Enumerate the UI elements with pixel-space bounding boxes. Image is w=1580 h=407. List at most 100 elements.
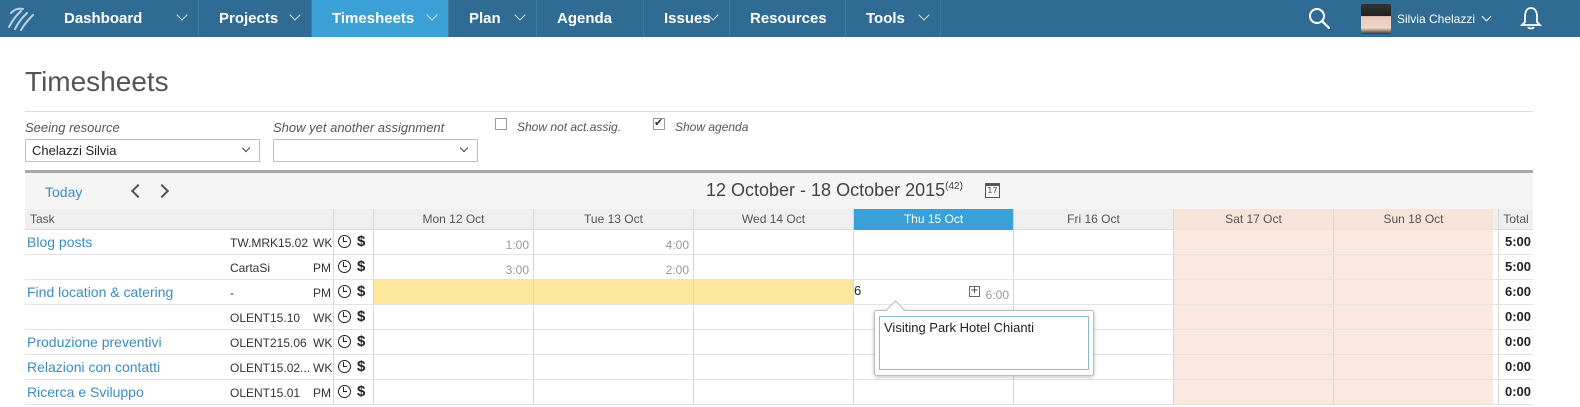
time-cell[interactable] — [1013, 255, 1173, 279]
task-link[interactable]: Produzione preventivi — [27, 334, 162, 350]
clock-icon[interactable] — [338, 285, 351, 298]
time-cell[interactable] — [1333, 330, 1493, 354]
time-cell[interactable] — [693, 230, 853, 254]
time-cell[interactable] — [1013, 380, 1173, 404]
show-not-active-checkbox[interactable] — [495, 118, 507, 130]
task-link[interactable]: Ricerca e Sviluppo — [27, 384, 144, 400]
time-cell[interactable] — [533, 380, 693, 404]
time-cell[interactable] — [1173, 330, 1333, 354]
time-cell[interactable] — [1013, 230, 1173, 254]
clock-icon[interactable] — [338, 260, 351, 273]
dollar-icon[interactable]: $ — [357, 383, 365, 400]
nav-agenda[interactable]: Agenda — [537, 0, 644, 37]
time-cell[interactable] — [1173, 380, 1333, 404]
agenda-note-textarea[interactable]: Visiting Park Hotel Chianti — [879, 316, 1089, 370]
chevron-down-icon — [289, 9, 301, 21]
dollar-icon[interactable]: $ — [357, 283, 365, 300]
time-cell[interactable] — [853, 230, 1013, 254]
chevron-down-icon — [459, 143, 469, 153]
time-cell[interactable] — [373, 280, 533, 304]
time-cell[interactable] — [693, 330, 853, 354]
time-cell[interactable]: 2:00 — [533, 255, 693, 279]
day-header-5[interactable]: Sat 17 Oct — [1173, 209, 1333, 230]
time-cell[interactable]: 3:00 — [373, 255, 533, 279]
time-cell[interactable] — [693, 380, 853, 404]
time-cell[interactable] — [693, 305, 853, 329]
day-header-4[interactable]: Fri 16 Oct — [1013, 209, 1173, 230]
day-header-2[interactable]: Wed 14 Oct — [693, 209, 853, 230]
previous-week-icon[interactable] — [130, 183, 146, 199]
user-menu[interactable]: Silvia Chelazzi — [1360, 3, 1492, 34]
time-cell[interactable] — [1173, 355, 1333, 379]
nav-resources[interactable]: Resources — [730, 0, 846, 37]
task-link[interactable]: Relazioni con contatti — [27, 359, 160, 375]
dollar-icon[interactable]: $ — [357, 308, 365, 325]
time-cell[interactable] — [373, 380, 533, 404]
time-cell[interactable] — [1333, 305, 1493, 329]
time-cell[interactable] — [853, 255, 1013, 279]
calendar-icon[interactable]: 17 — [985, 183, 1000, 198]
dollar-icon[interactable]: $ — [357, 233, 365, 250]
clock-icon[interactable] — [338, 235, 351, 248]
time-cell[interactable] — [1013, 280, 1173, 304]
time-cell[interactable]: 4:00 — [533, 230, 693, 254]
app-logo-icon[interactable] — [0, 0, 44, 37]
day-header-0[interactable]: Mon 12 Oct — [373, 209, 533, 230]
time-entry-input[interactable]: 6 — [854, 283, 861, 298]
assignment-select[interactable] — [273, 139, 478, 162]
day-header-6[interactable]: Sun 18 Oct — [1333, 209, 1493, 230]
resource-select[interactable]: Chelazzi Silvia — [25, 139, 260, 162]
time-cell[interactable] — [1333, 280, 1493, 304]
nav-tools[interactable]: Tools — [846, 0, 941, 37]
time-cell[interactable] — [373, 330, 533, 354]
time-cell[interactable] — [853, 380, 1013, 404]
dollar-icon[interactable]: $ — [357, 333, 365, 350]
nav-timesheets[interactable]: Timesheets — [312, 0, 449, 37]
clock-icon[interactable] — [338, 360, 351, 373]
dollar-icon[interactable]: $ — [357, 358, 365, 375]
nav-issues[interactable]: Issues — [644, 0, 730, 37]
time-cell[interactable] — [1173, 230, 1333, 254]
top-navigation-bar: Dashboard Projects Timesheets Plan Agenda Iss… — [0, 0, 1580, 37]
nav-dashboard[interactable]: Dashboard — [44, 0, 199, 37]
today-button[interactable]: Today — [45, 184, 82, 200]
day-header-1[interactable]: Tue 13 Oct — [533, 209, 693, 230]
time-cell[interactable] — [533, 355, 693, 379]
time-cell[interactable] — [1173, 280, 1333, 304]
chevron-down-icon — [1481, 11, 1492, 22]
clock-icon[interactable] — [338, 385, 351, 398]
clock-icon[interactable] — [338, 335, 351, 348]
time-cell[interactable] — [693, 355, 853, 379]
day-header-3[interactable]: Thu 15 Oct — [853, 209, 1013, 230]
date-range-text: 12 October - 18 October 2015 — [706, 180, 946, 200]
task-link[interactable]: Blog posts — [27, 234, 92, 250]
task-link[interactable]: Find location & catering — [27, 284, 173, 300]
time-cell[interactable] — [533, 330, 693, 354]
show-agenda-checkbox[interactable] — [653, 116, 665, 130]
next-week-icon[interactable] — [154, 183, 170, 199]
time-cell[interactable] — [1333, 380, 1493, 404]
time-cell[interactable]: 6:00 — [853, 280, 1013, 304]
time-cell[interactable] — [693, 280, 853, 304]
time-cell[interactable] — [1333, 355, 1493, 379]
plus-icon[interactable]: + — [969, 286, 980, 297]
search-icon[interactable] — [1307, 6, 1333, 32]
nav-plan[interactable]: Plan — [449, 0, 537, 37]
time-cell[interactable] — [1333, 255, 1493, 279]
time-cell[interactable]: 1:00 — [373, 230, 533, 254]
time-cell[interactable] — [1173, 255, 1333, 279]
time-cell[interactable] — [373, 305, 533, 329]
nav-projects[interactable]: Projects — [199, 0, 312, 37]
time-cell[interactable] — [693, 255, 853, 279]
time-cell[interactable] — [533, 280, 693, 304]
time-cell[interactable] — [1173, 305, 1333, 329]
dollar-icon[interactable]: $ — [357, 258, 365, 275]
time-cell[interactable] — [1333, 230, 1493, 254]
time-cell[interactable] — [373, 355, 533, 379]
row-total: 0:00 — [1504, 359, 1531, 374]
date-range-label: 12 October - 18 October 2015(42) — [706, 180, 963, 201]
time-cell[interactable] — [533, 305, 693, 329]
clock-icon[interactable] — [338, 310, 351, 323]
chevron-down-icon — [176, 9, 188, 21]
notification-bell-icon[interactable] — [1519, 6, 1544, 32]
